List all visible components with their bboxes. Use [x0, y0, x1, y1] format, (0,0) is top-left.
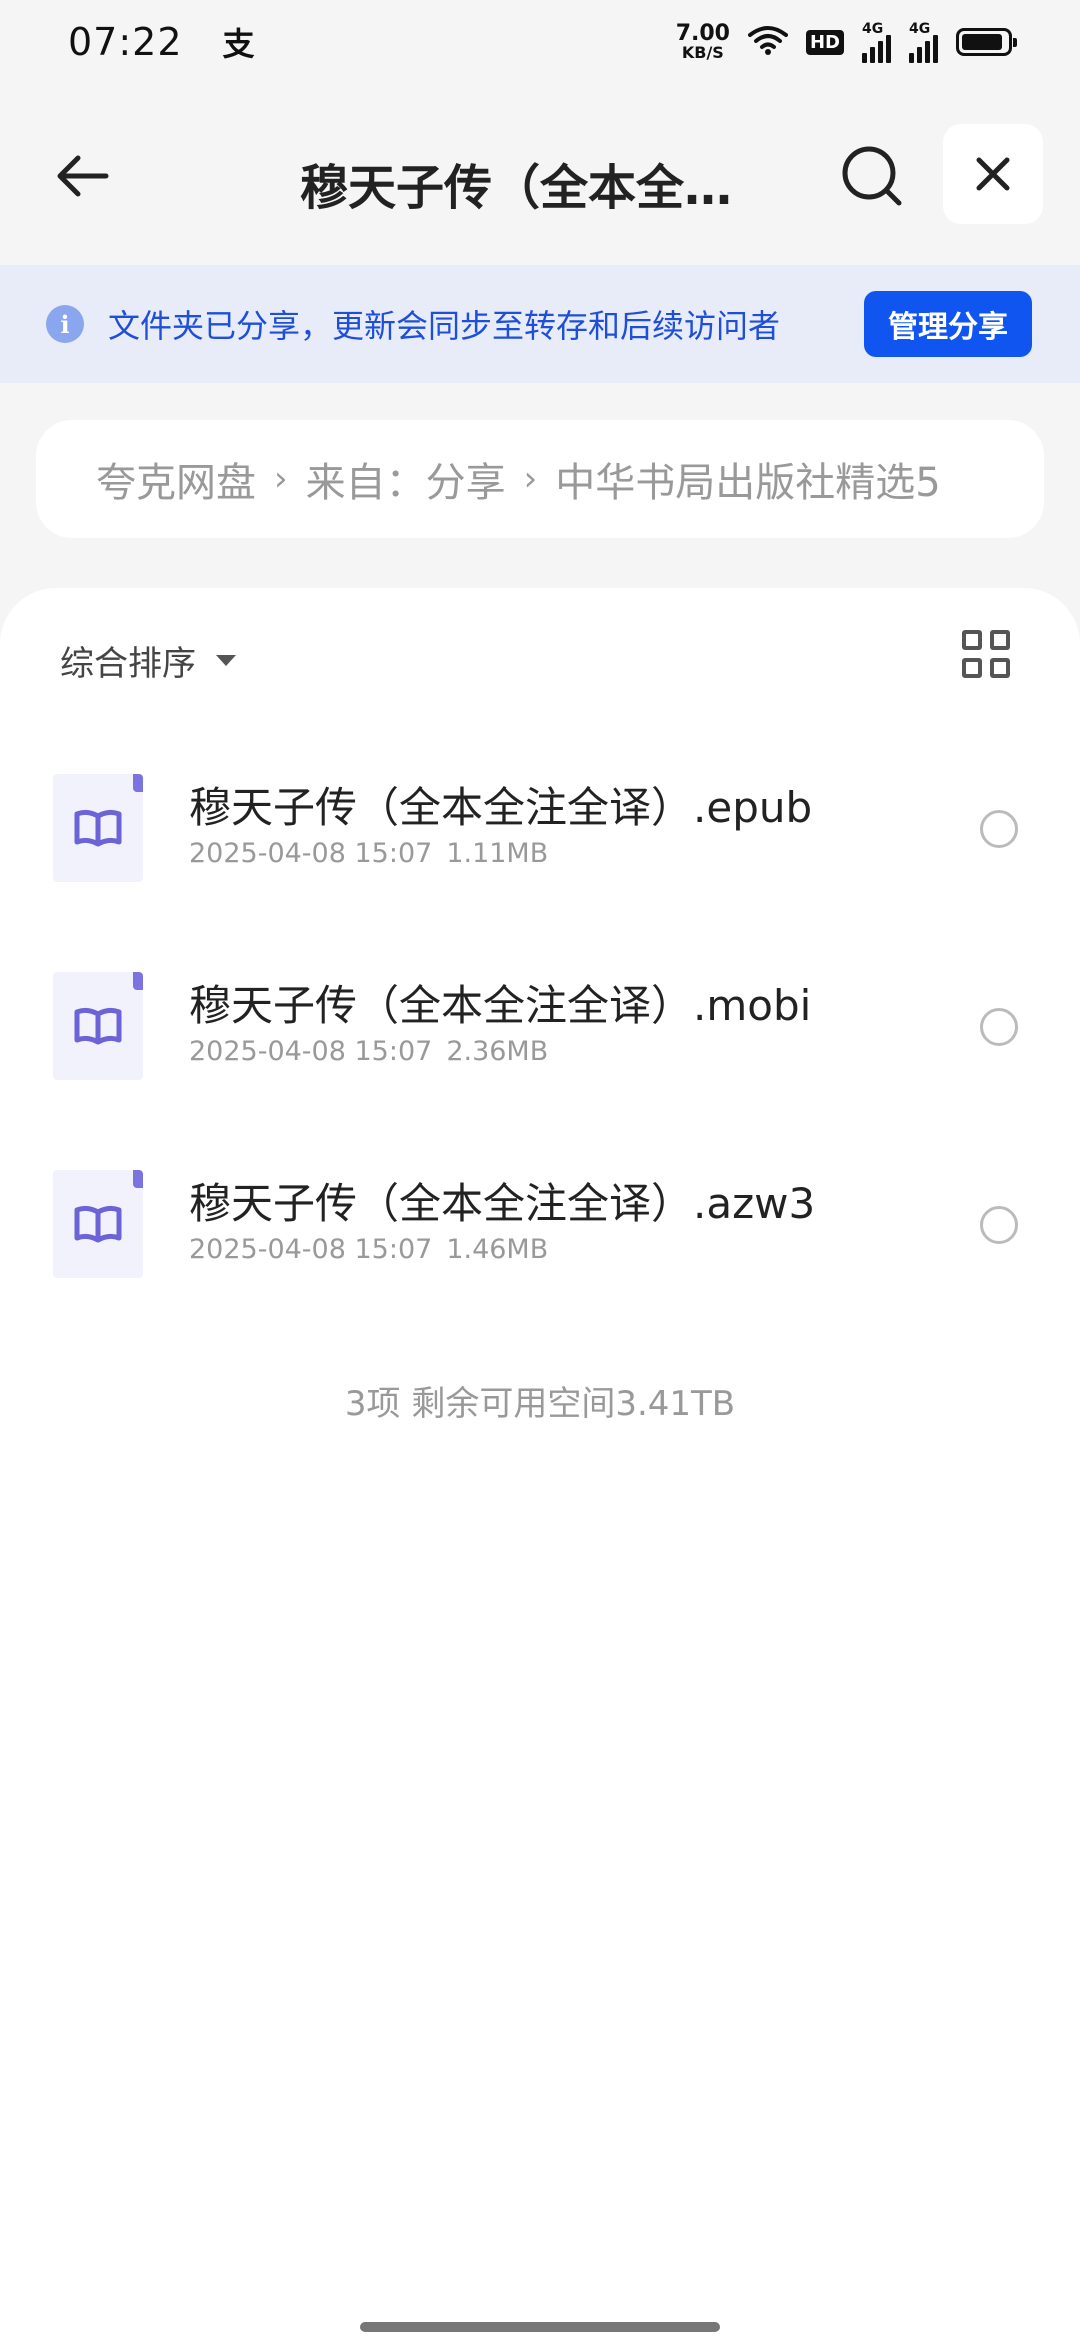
file-row[interactable]: 穆天子传（全本全注全译）.epub 2025-04-08 15:07 1.11MB [0, 762, 1080, 912]
network-speed-unit: KB/S [681, 43, 724, 62]
breadcrumb: 夸克网盘 › 来自：分享 › 中华书局出版社精选5 [36, 420, 1044, 538]
alipay-icon: 支 [222, 25, 255, 63]
sort-dropdown[interactable]: 综合排序 [60, 636, 236, 685]
title-bar: 穆天子传（全本全… [0, 120, 1080, 230]
file-row[interactable]: 穆天子传（全本全注全译）.mobi 2025-04-08 15:07 2.36MB [0, 960, 1080, 1110]
sort-label: 综合排序 [60, 644, 196, 684]
file-meta: 2025-04-08 15:07 2.36MB [189, 1036, 548, 1067]
chevron-right-icon: › [523, 459, 538, 499]
file-date: 2025-04-08 15:07 [189, 1036, 433, 1067]
file-size: 1.11MB [446, 838, 549, 869]
back-arrow-icon [57, 155, 109, 197]
select-radio[interactable] [980, 1206, 1018, 1244]
file-size: 2.36MB [446, 1036, 549, 1067]
file-date: 2025-04-08 15:07 [189, 838, 433, 869]
select-radio[interactable] [980, 1008, 1018, 1046]
home-indicator[interactable] [360, 2322, 720, 2332]
file-size: 1.46MB [446, 1234, 549, 1265]
file-row[interactable]: 穆天子传（全本全注全译）.azw3 2025-04-08 15:07 1.46MB [0, 1158, 1080, 1308]
file-meta: 2025-04-08 15:07 1.46MB [189, 1234, 548, 1265]
status-icons: 7.00 KB/S HD 4G 4G [676, 21, 1017, 63]
search-icon [842, 146, 902, 206]
file-meta: 2025-04-08 15:07 1.11MB [189, 838, 548, 869]
select-radio[interactable] [980, 810, 1018, 848]
book-file-icon [53, 972, 143, 1080]
close-button[interactable] [943, 124, 1043, 224]
breadcrumb-item-root[interactable]: 夸克网盘 [96, 450, 256, 508]
file-name: 穆天子传（全本全注全译）.mobi [189, 981, 812, 1030]
share-banner: i 文件夹已分享，更新会同步至转存和后续访问者 管理分享 [0, 265, 1080, 383]
signal-2-label: 4G [909, 21, 931, 37]
file-name: 穆天子传（全本全注全译）.epub [189, 783, 813, 832]
file-date: 2025-04-08 15:07 [189, 1234, 433, 1265]
signal-icon: 4G [862, 21, 891, 63]
grid-view-button[interactable] [962, 630, 1010, 678]
item-count-storage: 3项 剩余可用空间3.41TB [344, 1384, 736, 1424]
wifi-icon [747, 25, 788, 59]
book-file-icon [53, 1170, 143, 1278]
manage-share-button[interactable]: 管理分享 [864, 291, 1032, 357]
info-icon: i [46, 305, 84, 343]
book-file-icon [53, 774, 143, 882]
signal-1-label: 4G [862, 21, 884, 37]
status-time: 07:22 [68, 20, 183, 64]
grid-view-icon [962, 630, 982, 650]
search-button[interactable] [838, 142, 906, 210]
close-icon [976, 157, 1010, 191]
back-button[interactable] [50, 144, 114, 208]
hd-icon: HD [805, 29, 844, 55]
battery-icon [956, 28, 1017, 56]
page-title: 穆天子传（全本全… [300, 160, 733, 216]
breadcrumb-item-share[interactable]: 来自：分享 [306, 450, 506, 508]
chevron-right-icon: › [274, 459, 288, 499]
network-speed-value: 7.00 [675, 21, 730, 46]
network-speed: 7.00 KB/S [676, 23, 730, 61]
status-bar: 07:22 支 7.00 KB/S HD 4G 4G [0, 0, 1080, 84]
breadcrumb-item-folder[interactable]: 中华书局出版社精选5 [555, 450, 940, 508]
caret-down-icon [216, 655, 236, 666]
battery-fill [962, 34, 1002, 50]
signal-icon: 4G [909, 21, 938, 63]
file-name: 穆天子传（全本全注全译）.azw3 [189, 1179, 816, 1228]
share-banner-text: 文件夹已分享，更新会同步至转存和后续访问者 [108, 307, 781, 345]
